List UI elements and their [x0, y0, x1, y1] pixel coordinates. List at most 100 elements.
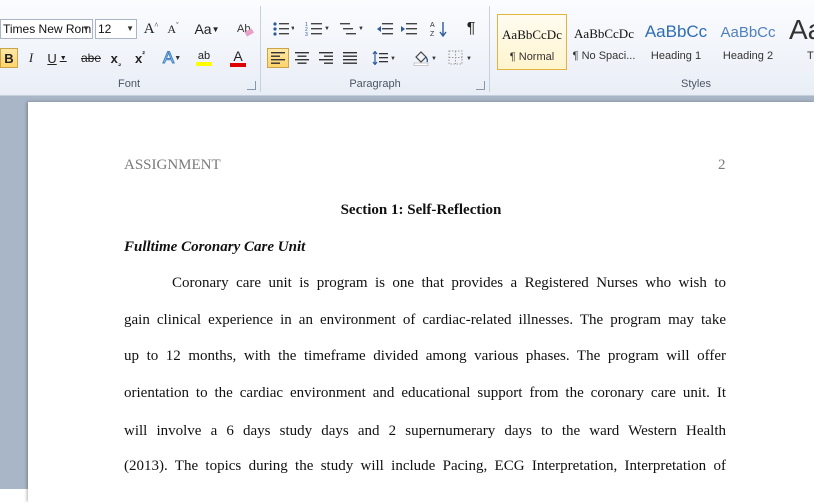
italic-button[interactable]: I — [22, 48, 40, 68]
superscript-icon: x — [135, 50, 143, 66]
document-workspace: ASSIGNMENT 2 Section 1: Self-Reflection … — [0, 96, 814, 502]
sort-button[interactable]: AZ — [428, 18, 450, 40]
font-name-value: Times New Rom — [3, 22, 92, 36]
body-line: up to 12 months, with the timeframe divi… — [124, 348, 726, 364]
font-color-button[interactable]: A — [224, 46, 252, 70]
subscript-button[interactable]: x₂ — [106, 48, 126, 68]
group-divider — [260, 6, 261, 92]
font-size-value: 12 — [98, 22, 112, 36]
svg-text:Z: Z — [430, 31, 435, 38]
align-left-button[interactable] — [267, 48, 289, 68]
strikethrough-icon: abe — [80, 51, 102, 65]
style-name: Heading 2 — [722, 50, 774, 62]
header-title: ASSIGNMENT — [124, 157, 221, 173]
style-normal[interactable]: AaBbCcDc ¶ Normal — [497, 14, 567, 70]
grow-font-button[interactable]: A ^ — [142, 20, 160, 38]
text-effects-icon: A — [162, 48, 175, 68]
font-group-label: Font — [117, 78, 140, 90]
page-number: 2 — [718, 157, 726, 173]
style-title[interactable]: Aa T — [785, 14, 814, 70]
style-name: Heading 1 — [650, 50, 702, 62]
svg-text:A: A — [430, 22, 435, 29]
change-case-icon: Aa — [194, 21, 212, 37]
superscript-button[interactable]: x² — [130, 48, 150, 68]
ribbon: Times New Rom ▼ 12 ▼ A ^ Aˇ Aa ▼ Ab B I U ▼… — [0, 0, 814, 96]
document-page[interactable]: ASSIGNMENT 2 Section 1: Self-Reflection … — [28, 102, 814, 502]
show-formatting-button[interactable]: ¶ — [460, 18, 482, 40]
subscript-marker-icon: ₂ — [117, 58, 122, 68]
svg-text:3: 3 — [305, 32, 308, 37]
bold-icon: B — [4, 50, 14, 66]
change-case-button[interactable]: Aa ▼ — [193, 20, 221, 38]
style-sample: AaBbCcDc — [502, 27, 562, 42]
borders-button[interactable]: ▼ — [446, 48, 476, 68]
decrease-indent-button[interactable] — [374, 18, 396, 40]
style-name: T — [807, 50, 814, 62]
body-line: will involve a 6 days study days and 2 s… — [124, 423, 726, 439]
bullets-icon: ▼ — [273, 22, 294, 36]
subheading: Fulltime Coronary Care Unit — [124, 239, 306, 255]
shrink-font-icon: A — [167, 21, 176, 36]
style-sample: AaBbCc — [644, 22, 708, 41]
caret-down-icon: ˇ — [176, 20, 179, 30]
text-effects-button[interactable]: A ▼ — [160, 47, 184, 69]
paragraph-group-label: Paragraph — [349, 78, 401, 90]
clear-formatting-button[interactable]: Ab — [234, 18, 256, 40]
chevron-down-icon: ▼ — [211, 24, 220, 34]
svg-text:▼: ▼ — [466, 56, 472, 62]
section-title: Section 1: Self-Reflection — [340, 202, 502, 218]
svg-text:▼: ▼ — [290, 26, 294, 32]
style-name: ¶ Normal — [509, 51, 555, 63]
sort-icon: AZ — [430, 22, 447, 38]
paragraph-dialog-launcher-icon[interactable] — [476, 81, 485, 90]
body-line: Coronary care unit is program is one tha… — [172, 275, 726, 291]
caret-up-icon: ^ — [154, 20, 159, 30]
superscript-marker-icon: ² — [142, 49, 145, 59]
align-right-icon — [319, 52, 333, 64]
subscript-icon: x — [110, 50, 118, 66]
underline-button[interactable]: U ▼ — [46, 48, 68, 68]
svg-text:▼: ▼ — [390, 56, 396, 62]
highlighter-icon: ab — [197, 50, 211, 62]
borders-icon: ▼ — [448, 50, 472, 65]
justify-button[interactable] — [339, 48, 361, 68]
grow-font-icon: A — [143, 20, 155, 37]
font-size-combo[interactable]: 12 ▼ — [95, 19, 137, 39]
shrink-font-button[interactable]: Aˇ — [164, 20, 182, 38]
paint-bucket-icon: ▼ — [413, 51, 437, 66]
chevron-down-icon: ▼ — [174, 54, 182, 62]
svg-text:▼: ▼ — [324, 26, 329, 32]
strikethrough-button[interactable]: abe — [80, 48, 102, 68]
chevron-down-icon: ▼ — [59, 54, 67, 62]
multilevel-list-button[interactable]: ▼ — [336, 18, 366, 40]
style-sample: AaBbCcDc — [574, 26, 634, 41]
highlight-button[interactable]: ab — [190, 46, 218, 70]
highlight-color-swatch — [196, 62, 212, 66]
italic-icon: I — [28, 50, 34, 65]
bold-button[interactable]: B — [0, 48, 18, 68]
line-spacing-icon: ▼ — [372, 51, 396, 65]
style-sample: Aa — [789, 14, 814, 45]
font-dialog-launcher-icon[interactable] — [247, 81, 256, 90]
svg-text:▼: ▼ — [431, 56, 437, 62]
clear-formatting-icon: Ab — [237, 23, 254, 37]
align-center-icon — [295, 52, 309, 64]
bullets-button[interactable]: ▼ — [268, 18, 298, 40]
decrease-indent-icon — [377, 23, 393, 35]
style-no-spacing[interactable]: AaBbCcDc ¶ No Spaci... — [569, 14, 639, 70]
align-left-icon — [271, 52, 285, 64]
style-sample: AaBbCc — [720, 24, 776, 41]
shading-button[interactable]: ▼ — [410, 48, 440, 68]
style-heading-1[interactable]: AaBbCc Heading 1 — [641, 14, 711, 70]
font-color-swatch — [230, 63, 246, 67]
line-spacing-button[interactable]: ▼ — [370, 48, 398, 68]
increase-indent-icon — [401, 23, 417, 35]
group-divider — [489, 6, 490, 92]
align-center-button[interactable] — [291, 48, 313, 68]
font-name-combo[interactable]: Times New Rom ▼ — [0, 19, 93, 39]
increase-indent-button[interactable] — [398, 18, 420, 40]
body-line: (2013). The topics during the study will… — [124, 458, 726, 474]
align-right-button[interactable] — [315, 48, 337, 68]
style-heading-2[interactable]: AaBbCc Heading 2 — [713, 14, 783, 70]
numbering-button[interactable]: 1 2 3 ▼ — [302, 18, 332, 40]
